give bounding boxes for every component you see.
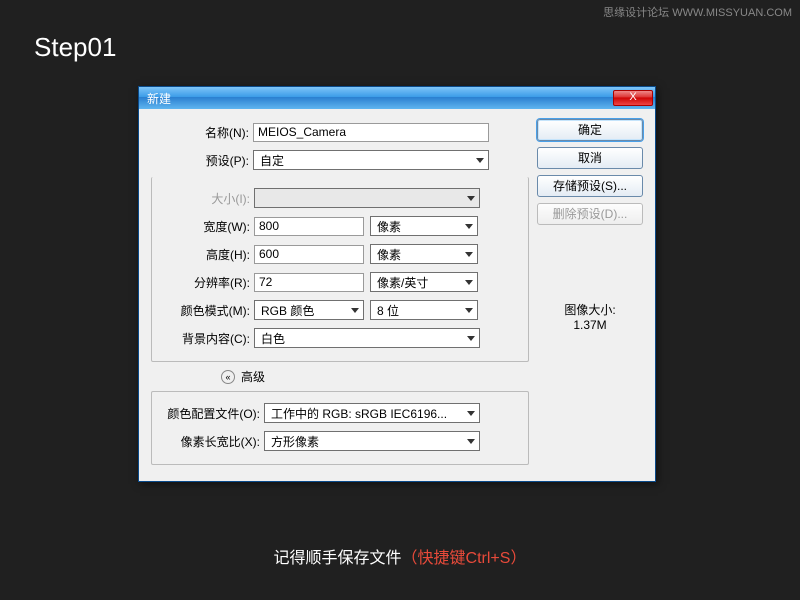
chevron-down-icon xyxy=(467,439,475,444)
footer-tip: 记得顺手保存文件（快捷键Ctrl+S） xyxy=(0,544,800,568)
name-label: 名称(N): xyxy=(151,124,253,141)
color-mode-value: RGB 颜色 xyxy=(261,302,314,319)
height-label: 高度(H): xyxy=(152,246,254,263)
color-mode-select[interactable]: RGB 颜色 xyxy=(254,300,364,320)
chevron-down-icon xyxy=(465,308,473,313)
pixel-aspect-value: 方形像素 xyxy=(271,433,319,450)
bit-depth-select[interactable]: 8 位 xyxy=(370,300,478,320)
dialog-titlebar[interactable]: 新建 X xyxy=(139,87,655,109)
tip-white: 记得顺手保存文件 xyxy=(274,550,402,567)
chevron-down-icon xyxy=(467,411,475,416)
save-preset-button[interactable]: 存储预设(S)... xyxy=(537,175,643,197)
size-select xyxy=(254,188,480,208)
new-document-dialog: 新建 X 名称(N): 预设(P): 自定 大小(I): xyxy=(138,86,656,482)
color-mode-label: 颜色模式(M): xyxy=(152,302,254,319)
collapse-icon: « xyxy=(221,370,235,384)
tip-red: （快捷键Ctrl+S） xyxy=(402,550,527,567)
step-heading: Step01 xyxy=(34,32,116,63)
close-button[interactable]: X xyxy=(613,90,653,106)
advanced-label: 高级 xyxy=(241,368,265,385)
height-input[interactable] xyxy=(254,245,364,264)
pixel-aspect-select[interactable]: 方形像素 xyxy=(264,431,480,451)
bit-depth-value: 8 位 xyxy=(377,302,399,319)
chevron-down-icon xyxy=(465,252,473,257)
width-unit-value: 像素 xyxy=(377,218,401,235)
color-profile-value: 工作中的 RGB: sRGB IEC6196... xyxy=(271,405,447,422)
watermark-text: 思缘设计论坛 WWW.MISSYUAN.COM xyxy=(603,4,792,20)
chevron-down-icon xyxy=(467,336,475,341)
form-area: 名称(N): 预设(P): 自定 大小(I): 宽度(W): xyxy=(151,119,529,465)
image-size-label: 图像大小: xyxy=(537,301,643,318)
width-unit-select[interactable]: 像素 xyxy=(370,216,478,236)
color-profile-label: 颜色配置文件(O): xyxy=(152,405,264,422)
image-size-info: 图像大小: 1.37M xyxy=(537,301,643,332)
height-unit-select[interactable]: 像素 xyxy=(370,244,478,264)
chevron-down-icon xyxy=(351,308,359,313)
bg-value: 白色 xyxy=(261,330,285,347)
preset-select[interactable]: 自定 xyxy=(253,150,489,170)
side-panel: 确定 取消 存储预设(S)... 删除预设(D)... 图像大小: 1.37M xyxy=(537,119,643,465)
pixel-aspect-label: 像素长宽比(X): xyxy=(152,433,264,450)
bg-label: 背景内容(C): xyxy=(152,330,254,347)
chevron-down-icon xyxy=(465,224,473,229)
resolution-unit-value: 像素/英寸 xyxy=(377,274,428,291)
resolution-input[interactable] xyxy=(254,273,364,292)
resolution-label: 分辨率(R): xyxy=(152,274,254,291)
delete-preset-button: 删除预设(D)... xyxy=(537,203,643,225)
size-label: 大小(I): xyxy=(152,190,254,207)
width-input[interactable] xyxy=(254,217,364,236)
name-input[interactable] xyxy=(253,123,489,142)
preset-label: 预设(P): xyxy=(151,152,253,169)
height-unit-value: 像素 xyxy=(377,246,401,263)
image-size-value: 1.37M xyxy=(537,318,643,332)
width-label: 宽度(W): xyxy=(152,218,254,235)
preset-value: 自定 xyxy=(260,152,284,169)
chevron-down-icon xyxy=(467,196,475,201)
resolution-unit-select[interactable]: 像素/英寸 xyxy=(370,272,478,292)
chevron-down-icon xyxy=(476,158,484,163)
cancel-button[interactable]: 取消 xyxy=(537,147,643,169)
color-profile-select[interactable]: 工作中的 RGB: sRGB IEC6196... xyxy=(264,403,480,423)
chevron-down-icon xyxy=(465,280,473,285)
ok-button[interactable]: 确定 xyxy=(537,119,643,141)
advanced-group: 颜色配置文件(O): 工作中的 RGB: sRGB IEC6196... 像素长… xyxy=(151,391,529,465)
bg-select[interactable]: 白色 xyxy=(254,328,480,348)
dialog-title: 新建 xyxy=(147,90,613,107)
advanced-toggle[interactable]: « 高级 xyxy=(221,368,529,385)
dimensions-group: 大小(I): 宽度(W): 像素 高度(H): 像素 xyxy=(151,177,529,362)
